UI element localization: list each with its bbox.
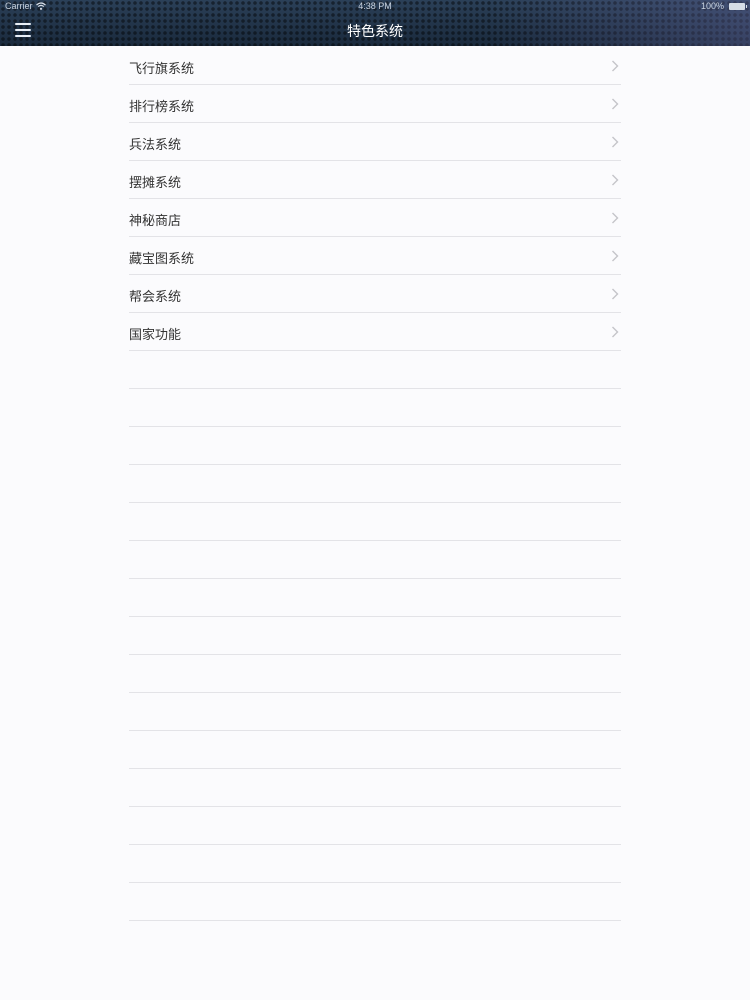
chevron-right-icon xyxy=(612,136,619,148)
list-item[interactable]: 藏宝图系统 xyxy=(129,237,621,275)
empty-row xyxy=(129,427,621,465)
list-item-label: 摆摊系统 xyxy=(129,176,182,191)
chevron-right-icon xyxy=(612,288,619,300)
empty-row xyxy=(129,503,621,541)
chevron-right-icon xyxy=(612,212,619,224)
empty-row xyxy=(129,617,621,655)
page-title: 特色系统 xyxy=(347,24,403,40)
empty-row xyxy=(129,541,621,579)
list-item[interactable]: 排行榜系统 xyxy=(129,85,621,123)
empty-row xyxy=(129,845,621,883)
feature-list: 飞行旗系统 排行榜系统 兵法系统 摆摊系统 神秘商店 藏宝图系统 帮会系统 国家… xyxy=(129,47,621,921)
list-item-label: 藏宝图系统 xyxy=(129,252,195,267)
list-item-label: 神秘商店 xyxy=(129,214,182,229)
list-item-label: 兵法系统 xyxy=(129,138,182,153)
empty-row xyxy=(129,389,621,427)
status-bar: Carrier 4:38 PM 100% xyxy=(0,0,750,14)
chevron-right-icon xyxy=(612,98,619,110)
empty-row xyxy=(129,693,621,731)
battery-percentage: 100% xyxy=(700,1,724,11)
empty-row xyxy=(129,807,621,845)
chevron-right-icon xyxy=(612,250,619,262)
empty-row xyxy=(129,465,621,503)
empty-row xyxy=(129,351,621,389)
list-item[interactable]: 兵法系统 xyxy=(129,123,621,161)
list-item-label: 排行榜系统 xyxy=(129,100,195,115)
navigation-bar: Carrier 4:38 PM 100% 特色系统 xyxy=(0,0,750,46)
list-item[interactable]: 帮会系统 xyxy=(129,275,621,313)
list-item-label: 飞行旗系统 xyxy=(129,62,195,77)
empty-row xyxy=(129,769,621,807)
chevron-right-icon xyxy=(612,326,619,338)
chevron-right-icon xyxy=(612,174,619,186)
empty-row xyxy=(129,883,621,921)
list-item-label: 帮会系统 xyxy=(129,290,182,305)
empty-row xyxy=(129,731,621,769)
list-item[interactable]: 国家功能 xyxy=(129,313,621,351)
list-item[interactable]: 飞行旗系统 xyxy=(129,47,621,85)
list-item[interactable]: 摆摊系统 xyxy=(129,161,621,199)
status-time: 4:38 PM xyxy=(358,1,392,11)
battery-icon xyxy=(729,3,747,10)
empty-row xyxy=(129,655,621,693)
empty-row xyxy=(129,579,621,617)
list-item[interactable]: 神秘商店 xyxy=(129,199,621,237)
list-item-label: 国家功能 xyxy=(129,328,182,343)
chevron-right-icon xyxy=(612,60,619,72)
